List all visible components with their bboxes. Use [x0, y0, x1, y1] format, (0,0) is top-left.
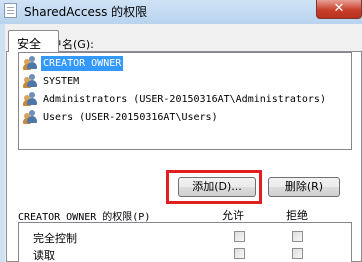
window-title: SharedAccess 的权限	[24, 5, 148, 19]
title-bar: SharedAccess 的权限 ✕	[0, 0, 362, 24]
group-user-list[interactable]: CREATOR OWNER SYSTEM Administrators (USE…	[18, 52, 352, 150]
tab-security[interactable]: 安全	[8, 30, 59, 52]
tab-security-label: 安全	[17, 37, 42, 51]
permissions-list: 完全控制 读取	[18, 222, 352, 262]
read-allow-checkbox[interactable]	[234, 248, 245, 259]
allow-column-header: 允许	[222, 209, 244, 222]
users-icon	[23, 74, 38, 88]
users-icon	[23, 56, 38, 70]
permission-full-control-label: 完全控制	[33, 232, 77, 245]
full-control-allow-checkbox[interactable]	[234, 231, 245, 242]
close-button[interactable]: ✕	[316, 0, 362, 19]
list-item-creator-owner[interactable]: CREATOR OWNER	[22, 55, 348, 72]
list-item-label: Administrators (USER-20150316AT\Administ…	[43, 94, 326, 105]
close-icon: ✕	[333, 1, 345, 16]
add-button-highlight	[166, 170, 262, 204]
list-item-label: SYSTEM	[43, 76, 80, 87]
full-control-deny-checkbox[interactable]	[292, 231, 303, 242]
users-icon	[23, 110, 38, 124]
list-item-users[interactable]: Users (USER-20150316AT\Users)	[22, 109, 348, 126]
permission-read-label: 读取	[33, 249, 55, 262]
remove-button[interactable]: 删除(R)	[268, 177, 340, 197]
deny-column-header: 拒绝	[286, 209, 308, 222]
window-icon	[4, 3, 17, 18]
list-item-label: Users (USER-20150316AT\Users)	[43, 112, 218, 123]
list-item-system[interactable]: SYSTEM	[22, 73, 348, 90]
permissions-label: CREATOR OWNER 的权限(P)	[18, 212, 151, 223]
list-item-administrators[interactable]: Administrators (USER-20150316AT\Administ…	[22, 91, 348, 108]
list-item-label: CREATOR OWNER	[41, 56, 124, 71]
read-deny-checkbox[interactable]	[292, 248, 303, 259]
users-icon	[23, 92, 38, 106]
